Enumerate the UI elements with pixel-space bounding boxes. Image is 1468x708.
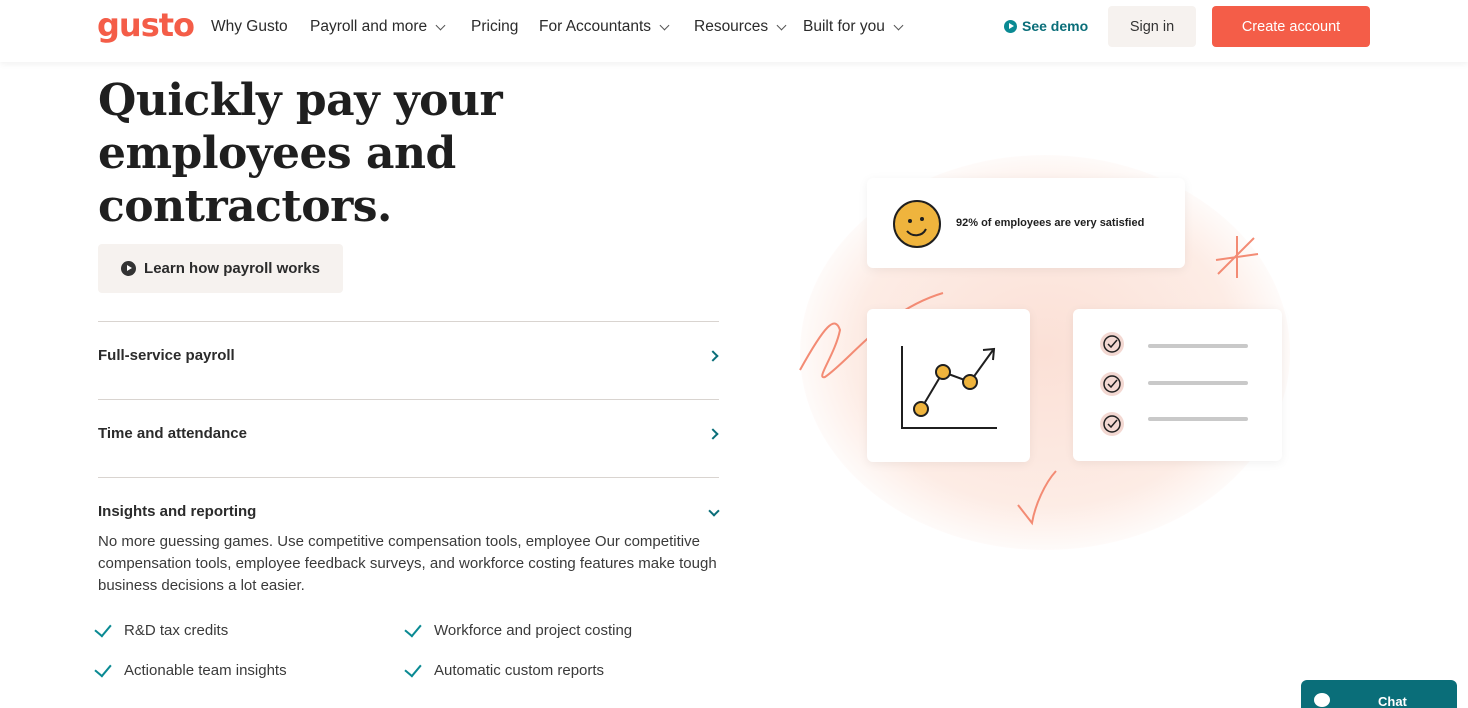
checklist-card (1073, 309, 1282, 461)
accordion-insights-and-reporting[interactable]: Insights and reporting (98, 503, 256, 520)
chevron-down-icon (435, 20, 446, 30)
nav-item-label: Why Gusto (211, 18, 288, 35)
chevron-down-icon[interactable] (708, 505, 720, 517)
nav-item-label: Resources (694, 18, 769, 35)
see-demo-link[interactable]: See demo (1004, 18, 1088, 34)
feature-label: Automatic custom reports (434, 662, 605, 679)
nav-item-label: Pricing (471, 18, 519, 35)
chat-label: Chat (1378, 694, 1407, 708)
nav-pricing[interactable]: Pricing (471, 18, 518, 36)
divider (98, 399, 719, 400)
checklist-icon (1100, 332, 1248, 436)
chevron-right-icon[interactable] (707, 428, 719, 440)
accordion-time-and-attendance[interactable]: Time and attendance (98, 425, 247, 442)
accordion-full-service-payroll[interactable]: Full-service payroll (98, 347, 235, 364)
nav-payroll-and-more[interactable]: Payroll and more (310, 18, 446, 36)
nav-built-for-you[interactable]: Built for you (803, 18, 904, 36)
line-chart-icon (901, 346, 997, 429)
chevron-down-icon (776, 20, 787, 30)
chevron-down-icon (893, 20, 904, 30)
divider (98, 477, 719, 478)
chat-bubble-icon (1314, 693, 1330, 707)
top-nav: gusto Why Gusto Payroll and more Pricing… (0, 0, 1468, 62)
divider (98, 321, 719, 322)
chat-button[interactable]: Chat (1301, 680, 1457, 708)
feature-label: Actionable team insights (124, 662, 287, 679)
sparkle-icon (1215, 236, 1259, 278)
play-icon (1004, 19, 1017, 33)
check-icon (404, 659, 422, 678)
check-icon (94, 659, 112, 678)
check-icon (404, 619, 422, 638)
satisfaction-card: 92% of employees are very satisfied (867, 178, 1185, 268)
sign-in-button[interactable]: Sign in (1108, 6, 1196, 47)
nav-resources[interactable]: Resources (694, 18, 787, 36)
feature-item: Automatic custom reports (404, 659, 605, 679)
chevron-down-icon (659, 20, 670, 30)
learn-payroll-button[interactable]: Learn how payroll works (98, 244, 343, 293)
feature-item: Workforce and project costing (404, 619, 633, 639)
feature-item: Actionable team insights (94, 659, 287, 679)
decorative-flick (1017, 470, 1057, 526)
nav-why-gusto[interactable]: Why Gusto (211, 18, 288, 36)
check-icon (94, 619, 112, 638)
create-account-button[interactable]: Create account (1212, 6, 1370, 47)
nav-item-label: For Accountants (539, 18, 652, 35)
gusto-logo[interactable]: gusto (97, 6, 195, 44)
learn-payroll-label: Learn how payroll works (144, 260, 320, 277)
feature-label: Workforce and project costing (434, 622, 633, 639)
accordion-description: No more guessing games. Use competitive … (98, 533, 717, 594)
smiley-icon (893, 200, 941, 248)
feature-label: R&D tax credits (124, 622, 229, 639)
nav-for-accountants[interactable]: For Accountants (539, 18, 670, 36)
page-title: Quickly pay your employees and contracto… (98, 75, 503, 232)
nav-item-label: Payroll and more (310, 18, 428, 35)
play-icon (121, 261, 137, 276)
growth-chart-card (867, 309, 1030, 462)
see-demo-label: See demo (1022, 18, 1089, 34)
nav-item-label: Built for you (803, 18, 885, 35)
satisfaction-text: 92% of employees are very satisfied (956, 217, 1145, 229)
feature-item: R&D tax credits (94, 619, 229, 639)
chevron-right-icon[interactable] (707, 350, 719, 362)
